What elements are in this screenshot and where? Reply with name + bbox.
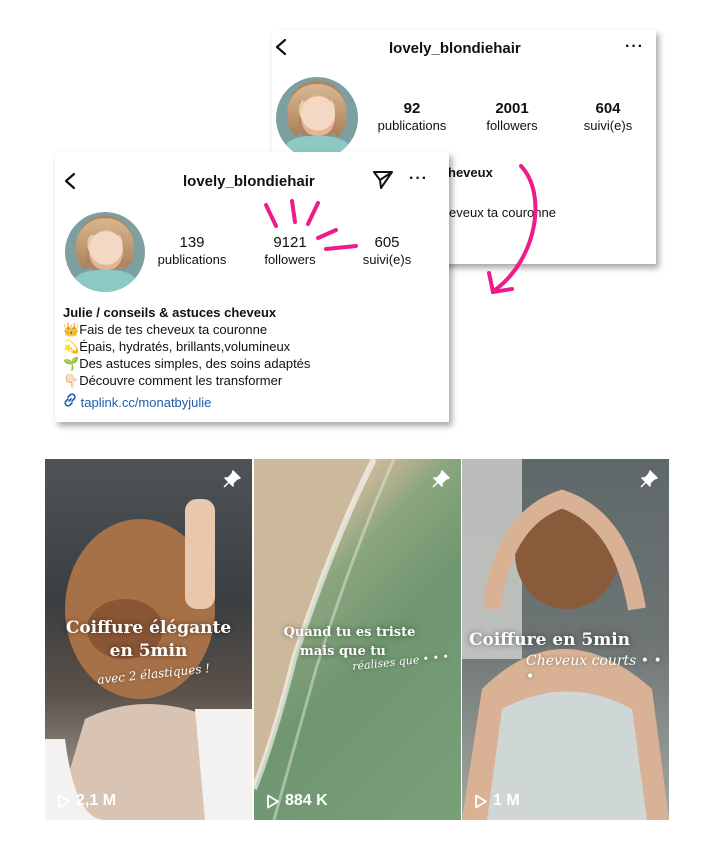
play-icon [475, 794, 487, 808]
reel-tile[interactable]: Coiffure en 5min Cheveux courts • • • 1 … [462, 459, 669, 820]
play-icon [267, 794, 279, 808]
pin-icon [222, 469, 242, 494]
reel-views: 884 K [266, 792, 328, 810]
reel-tile[interactable]: Coiffure élégante en 5min avec 2 élastiqu… [45, 459, 252, 820]
pin-icon [639, 469, 659, 494]
pin-icon [431, 469, 451, 494]
reel-tile[interactable]: Quand tu es triste mais que tu réalises q… [254, 459, 461, 820]
reel-views: 1 M [474, 792, 520, 810]
reel-views: 2,1 M [57, 792, 116, 810]
annotation-marks [264, 164, 538, 295]
reel-caption: Coiffure élégante en 5min [65, 618, 232, 661]
reel-subcaption: Cheveux courts • • • [526, 653, 662, 685]
play-icon [58, 794, 70, 808]
reel-caption: Coiffure en 5min [468, 630, 631, 650]
